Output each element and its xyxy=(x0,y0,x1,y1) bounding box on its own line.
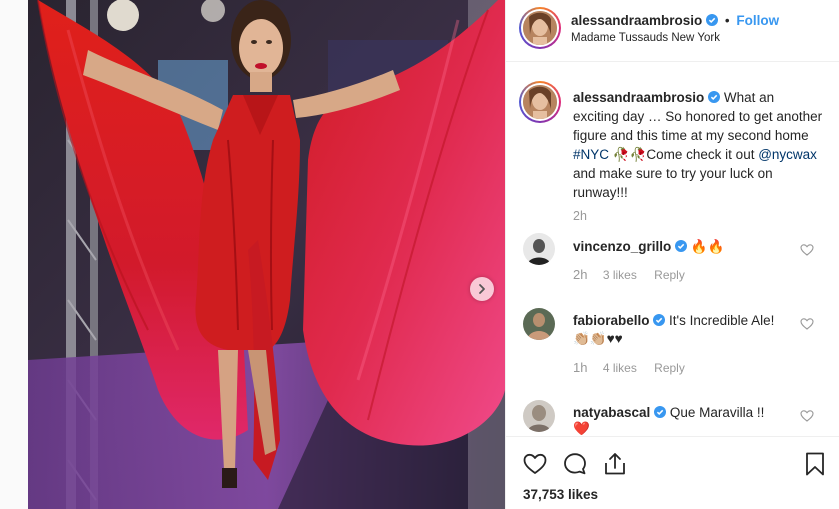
comment-like-heart-icon[interactable] xyxy=(800,243,814,257)
post-author-username[interactable]: alessandraambrosio xyxy=(571,13,702,28)
avatar-image xyxy=(523,11,557,45)
commenter-avatar[interactable] xyxy=(523,233,555,265)
post-location[interactable]: Madame Tussauds New York xyxy=(571,32,720,44)
verified-badge-icon xyxy=(675,240,688,252)
share-icon[interactable] xyxy=(602,451,628,477)
post-sidebar: alessandraambrosio • Follow Madame Tussa… xyxy=(505,0,839,509)
comment-reply-button[interactable]: Reply xyxy=(654,361,685,375)
comment-text-line2: 👏🏼👏🏼♥♥ xyxy=(573,331,623,346)
comment-likes[interactable]: 3 likes xyxy=(603,268,637,282)
post-author-line: alessandraambrosio • Follow xyxy=(571,13,779,28)
page-left-gutter xyxy=(0,0,28,509)
comment-like-heart-icon[interactable] xyxy=(800,317,814,331)
chevron-right-icon xyxy=(479,284,485,294)
likes-count[interactable]: 37,753 likes xyxy=(523,487,598,502)
avatar-image xyxy=(523,308,555,340)
comment-timestamp[interactable]: 2h xyxy=(573,267,587,282)
avatar-image xyxy=(523,400,555,432)
caption-avatar[interactable] xyxy=(523,85,557,119)
comment-text: Que Maravilla !! xyxy=(669,405,765,420)
comment-text-row: natyabascal Que Maravilla !! xyxy=(573,403,764,422)
caption-text-part3: and make sure to try your luck on runway… xyxy=(573,166,773,200)
avatar-image xyxy=(523,233,555,265)
post-actions-bar: 37,753 likes xyxy=(506,436,839,509)
bookmark-icon[interactable] xyxy=(802,451,828,477)
comment-bubble-icon[interactable] xyxy=(562,451,588,477)
comment-text-row: fabiorabello It's Incredible Ale! xyxy=(573,311,774,330)
post-header: alessandraambrosio • Follow Madame Tussa… xyxy=(506,0,839,62)
comment-meta: 2h 3 likes Reply xyxy=(573,267,685,282)
verified-badge-icon xyxy=(653,314,666,326)
post-caption: alessandraambrosio What an exciting day … xyxy=(573,88,823,202)
heart-icon[interactable] xyxy=(522,451,548,477)
comment-like-heart-icon[interactable] xyxy=(800,409,814,423)
follow-button[interactable]: Follow xyxy=(736,13,779,28)
verified-badge-icon xyxy=(706,14,719,26)
mention-link[interactable]: @nycwax xyxy=(758,147,817,162)
comments-list[interactable]: alessandraambrosio What an exciting day … xyxy=(506,63,839,435)
verified-badge-icon xyxy=(654,406,667,418)
comment-username[interactable]: natyabascal xyxy=(573,405,650,420)
commenter-avatar[interactable] xyxy=(523,400,555,432)
caption-timestamp[interactable]: 2h xyxy=(573,209,587,223)
separator-dot: • xyxy=(724,13,730,28)
caption-username[interactable]: alessandraambrosio xyxy=(573,90,704,105)
comment-reply-button[interactable]: Reply xyxy=(654,268,685,282)
caption-text-part2: Come check it out xyxy=(646,147,759,162)
rose-emoji: 🥀🥀 xyxy=(612,147,647,162)
comment-text: It's Incredible Ale! xyxy=(669,313,775,328)
comment-meta: 1h 4 likes Reply xyxy=(573,360,685,375)
verified-badge-icon xyxy=(708,91,721,103)
avatar-image xyxy=(523,85,557,119)
avatar[interactable] xyxy=(523,11,557,45)
comment-timestamp[interactable]: 1h xyxy=(573,360,587,375)
wax-figure-photo xyxy=(28,0,505,509)
comment-username[interactable]: fabiorabello xyxy=(573,313,650,328)
hashtag-link[interactable]: #NYC xyxy=(573,147,609,162)
comment-username[interactable]: vincenzo_grillo xyxy=(573,239,671,254)
comment-text-line2: ❤️ xyxy=(573,421,590,435)
comment-likes[interactable]: 4 likes xyxy=(603,361,637,375)
commenter-avatar[interactable] xyxy=(523,308,555,340)
next-photo-button[interactable] xyxy=(470,277,494,301)
comment-text-row: vincenzo_grillo 🔥🔥 xyxy=(573,237,724,256)
comment-text: 🔥🔥 xyxy=(690,239,725,254)
post-photo[interactable] xyxy=(28,0,505,509)
